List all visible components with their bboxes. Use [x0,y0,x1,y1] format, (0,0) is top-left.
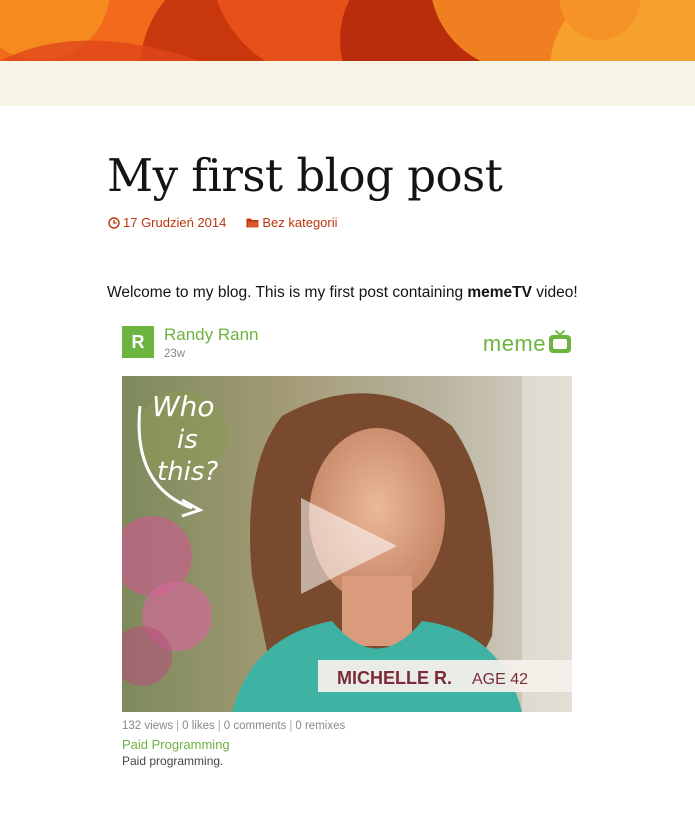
header-band [0,61,695,106]
views-count: 132 views [122,720,174,732]
post-title[interactable]: My first blog post [107,146,503,206]
meme-logo[interactable]: meme [483,328,572,359]
post-body: Welcome to my blog. This is my first pos… [107,281,578,305]
post-category-link[interactable]: Bez kategorii [246,215,338,230]
folder-icon [246,217,259,228]
post-date: 17 Grudzień 2014 [123,215,227,230]
post-body-text-end: video! [532,283,578,301]
comments-count: 0 comments [223,720,287,732]
post-body-text: Welcome to my blog. This is my first pos… [107,283,468,301]
tv-icon [548,328,572,359]
lower-third-name: MICHELLE R. [337,668,452,688]
video-stats: 132 views | 0 likes | 0 comments | 0 remixes [122,720,345,732]
post-body-bold: memeTV [467,283,532,301]
stats-separator: | [176,720,180,732]
overlay-word-2: is [177,425,198,455]
stats-separator: | [217,720,221,732]
author-name[interactable]: Randy Rann [164,325,259,345]
play-icon [297,494,401,598]
lower-third-age: AGE 42 [472,671,528,688]
video-player[interactable]: Who is this? MICHELLE R. AGE 42 [122,376,572,712]
post-date-link[interactable]: 17 Grudzień 2014 [108,215,226,230]
likes-count: 0 likes [182,720,215,732]
overlay-word-3: this? [157,457,218,487]
avatar[interactable]: R [122,326,154,358]
video-title-link[interactable]: Paid Programming [122,737,230,752]
overlay-word-1: Who [152,390,215,423]
play-button[interactable] [297,494,401,598]
meme-logo-text: meme [482,330,546,356]
remixes-count: 0 remixes [295,720,346,732]
header-banner[interactable] [0,0,695,61]
post-meta: 17 Grudzień 2014 Bez kategorii [108,215,338,230]
post-category: Bez kategorii [262,215,338,230]
post-age: 23w [164,348,186,360]
clock-icon [108,216,120,229]
video-description: Paid programming. [122,754,224,768]
